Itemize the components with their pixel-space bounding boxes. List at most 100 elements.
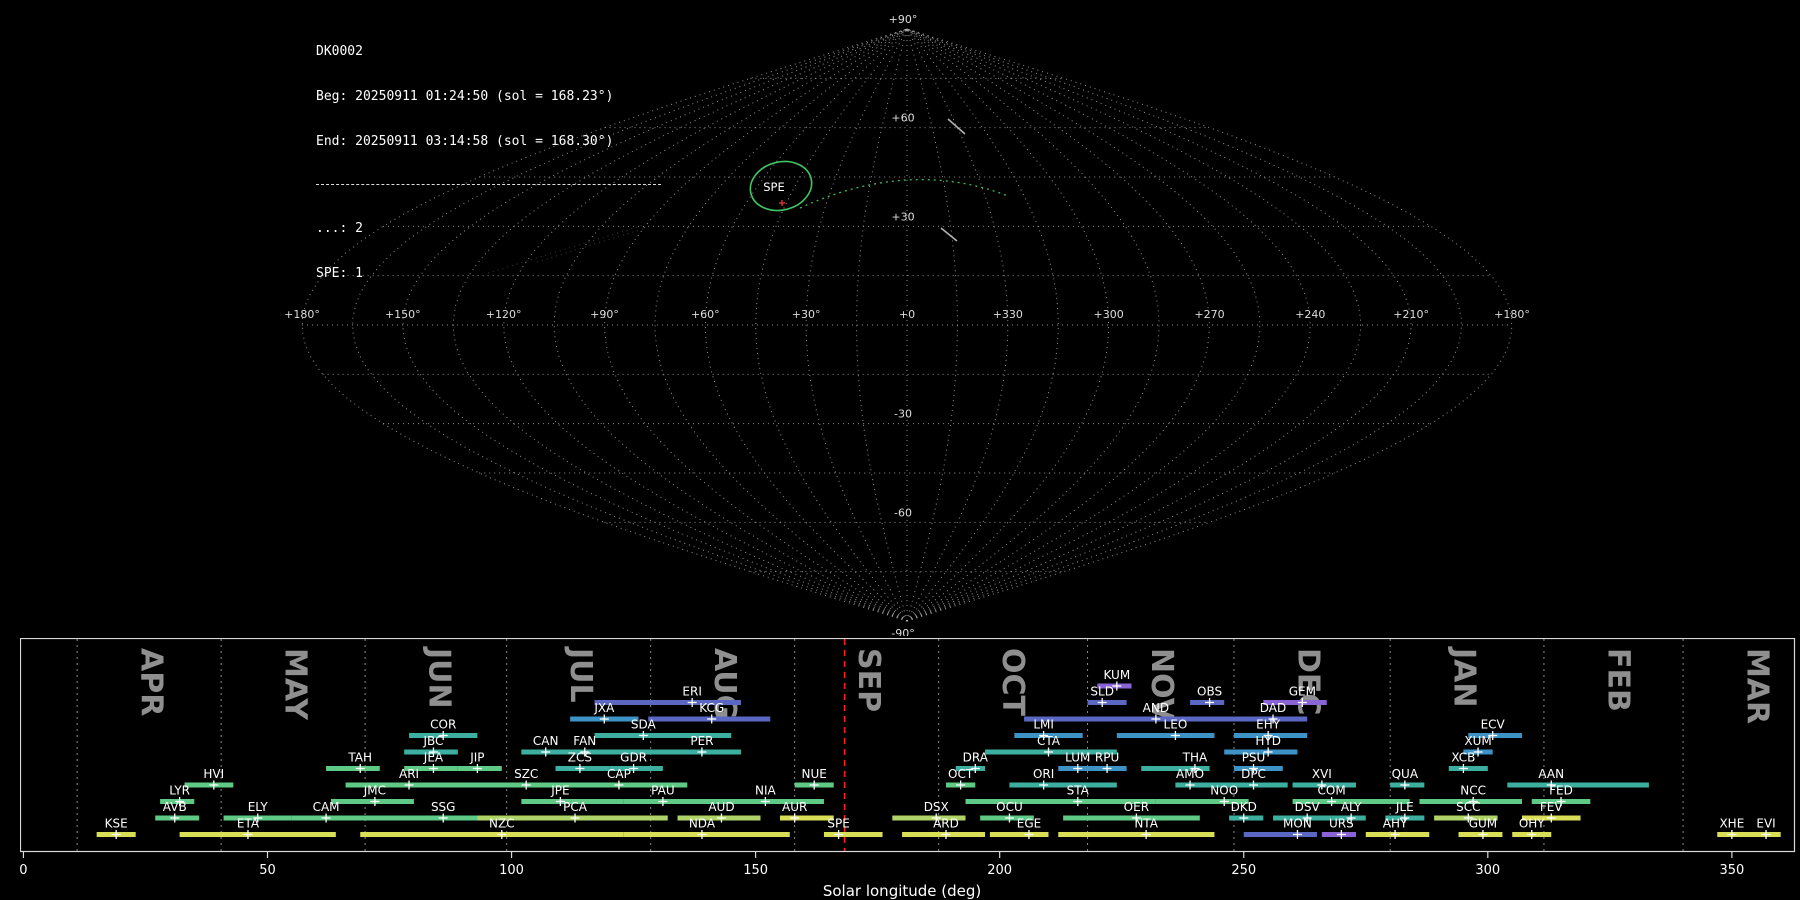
shower-label-AVB: AVB bbox=[163, 800, 187, 814]
map-longitude-label: +180° bbox=[284, 308, 320, 321]
shower-label-DSV: DSV bbox=[1295, 800, 1321, 814]
month-label: MAR bbox=[1739, 648, 1774, 724]
shower-label-HYD: HYD bbox=[1255, 734, 1281, 748]
shower-label-JXA: JXA bbox=[593, 701, 615, 715]
shower-label-AAN: AAN bbox=[1538, 767, 1564, 781]
map-longitude-label: +30° bbox=[792, 308, 821, 321]
shower-label-AMO: AMO bbox=[1176, 767, 1204, 781]
shower-label-JIP: JIP bbox=[469, 751, 484, 765]
x-tick-label: 100 bbox=[499, 863, 524, 878]
month-label: SEP bbox=[851, 648, 886, 712]
shower-label-OER: OER bbox=[1124, 800, 1149, 814]
shower-label-XVI: XVI bbox=[1312, 767, 1332, 781]
map-latitude-label: +90° bbox=[889, 13, 918, 26]
map-longitude-label: +270 bbox=[1194, 308, 1224, 321]
shower-label-CAN: CAN bbox=[533, 734, 559, 748]
station-id: DK0002 bbox=[316, 44, 363, 59]
shower-label-DKD: DKD bbox=[1231, 800, 1257, 814]
shower-label-JEA: JEA bbox=[423, 751, 444, 765]
shower-label-AHY: AHY bbox=[1383, 817, 1408, 831]
month-label: JUL bbox=[563, 646, 598, 703]
shower-label-RPU: RPU bbox=[1095, 751, 1119, 765]
shower-label-FED: FED bbox=[1549, 784, 1573, 798]
map-latitude-label: +60 bbox=[891, 112, 914, 125]
separator bbox=[316, 184, 661, 185]
meteor-track bbox=[940, 227, 958, 242]
shower-label-LUM: LUM bbox=[1065, 751, 1090, 765]
shower-label-CTA: CTA bbox=[1037, 734, 1061, 748]
x-tick-label: 300 bbox=[1475, 863, 1500, 878]
shower-label-ZCS: ZCS bbox=[568, 751, 592, 765]
shower-label-LMI: LMI bbox=[1033, 718, 1054, 732]
shower-label-THA: THA bbox=[1182, 751, 1208, 765]
map-meridian bbox=[906, 28, 1261, 622]
x-axis-title: Solar longitude (deg) bbox=[823, 882, 981, 900]
shower-label-LEO: LEO bbox=[1164, 718, 1188, 732]
shower-label-COR: COR bbox=[430, 718, 456, 732]
shower-label-ARD: ARD bbox=[933, 817, 959, 831]
shower-label-NZC: NZC bbox=[489, 817, 515, 831]
shower-label-AUD: AUD bbox=[708, 800, 734, 814]
shower-label-JPE: JPE bbox=[550, 784, 569, 798]
map-longitude-label: +0 bbox=[899, 308, 915, 321]
shower-label-ELY: ELY bbox=[248, 800, 269, 814]
x-tick-label: 0 bbox=[20, 863, 28, 878]
observation-info-block: DK0002 Beg: 20250911 01:24:50 (sol = 168… bbox=[316, 14, 661, 311]
shower-label-SLD: SLD bbox=[1090, 685, 1114, 699]
shower-label-HVI: HVI bbox=[203, 767, 224, 781]
month-label: FEB bbox=[1600, 648, 1635, 712]
month-label: DEC bbox=[1290, 648, 1325, 715]
shower-label-EVI: EVI bbox=[1756, 817, 1775, 831]
shower-label-SCC: SCC bbox=[1456, 800, 1480, 814]
shower-label-SDA: SDA bbox=[631, 718, 657, 732]
month-label: OCT bbox=[995, 648, 1030, 717]
month-label: JUN bbox=[422, 646, 457, 709]
radiant-drift-path bbox=[799, 179, 1009, 209]
shower-label-XHE: XHE bbox=[1719, 817, 1744, 831]
shower-label-AND: AND bbox=[1143, 701, 1169, 715]
shower-label-NOO: NOO bbox=[1210, 784, 1238, 798]
shower-label-ECV: ECV bbox=[1481, 718, 1506, 732]
shower-label-ORI: ORI bbox=[1033, 767, 1054, 781]
shower-label-DPC: DPC bbox=[1241, 767, 1266, 781]
shower-label-DRA: DRA bbox=[963, 751, 989, 765]
shower-label-KUM: KUM bbox=[1103, 668, 1130, 682]
map-longitude-label: +60° bbox=[691, 308, 720, 321]
x-tick-label: 50 bbox=[259, 863, 276, 878]
shower-label-KCG: KCG bbox=[699, 701, 724, 715]
shower-label-AUR: AUR bbox=[782, 800, 807, 814]
map-latitude-label: -30 bbox=[894, 408, 912, 421]
count-unassociated: ...: 2 bbox=[316, 221, 363, 236]
end-time: End: 20250911 03:14:58 (sol = 168.30°) bbox=[316, 134, 614, 149]
shower-label-GUM: GUM bbox=[1469, 817, 1497, 831]
x-tick-label: 150 bbox=[743, 863, 768, 878]
shower-label-DAD: DAD bbox=[1260, 701, 1286, 715]
count-spe: SPE: 1 bbox=[316, 266, 363, 281]
map-latitude-label: -60 bbox=[894, 506, 912, 519]
shower-label-SPE: SPE bbox=[827, 817, 849, 831]
map-latitude-label: +30 bbox=[891, 210, 914, 223]
shower-label-SSG: SSG bbox=[431, 800, 456, 814]
map-meridian bbox=[705, 28, 908, 622]
shower-label-JMC: JMC bbox=[363, 784, 386, 798]
sky-map: +180° +150° +120° +90° +60° +30° +0 +330 +300 +27… bbox=[284, 13, 1530, 636]
shower-label-SZC: SZC bbox=[514, 767, 538, 781]
map-longitude-label: +210° bbox=[1393, 308, 1429, 321]
spe-radiant-label: SPE bbox=[763, 180, 785, 194]
map-longitude-label: +330 bbox=[993, 308, 1023, 321]
shower-label-CAP: CAP bbox=[607, 767, 631, 781]
shower-label-GEM: GEM bbox=[1289, 685, 1316, 699]
map-longitude-label: +240 bbox=[1295, 308, 1325, 321]
shower-label-PSU: PSU bbox=[1242, 751, 1266, 765]
shower-label-XUM: XUM bbox=[1464, 734, 1491, 748]
shower-label-URS: URS bbox=[1329, 817, 1354, 831]
x-tick-label: 350 bbox=[1719, 863, 1744, 878]
map-longitude-label: +180° bbox=[1494, 308, 1530, 321]
x-tick-label: 200 bbox=[987, 863, 1012, 878]
shower-label-NIA: NIA bbox=[755, 784, 777, 798]
shower-label-NTA: NTA bbox=[1134, 817, 1158, 831]
shower-label-NCC: NCC bbox=[1460, 784, 1486, 798]
shower-label-XCB: XCB bbox=[1451, 751, 1475, 765]
shower-label-PER: PER bbox=[690, 734, 713, 748]
shower-label-DSX: DSX bbox=[924, 800, 949, 814]
